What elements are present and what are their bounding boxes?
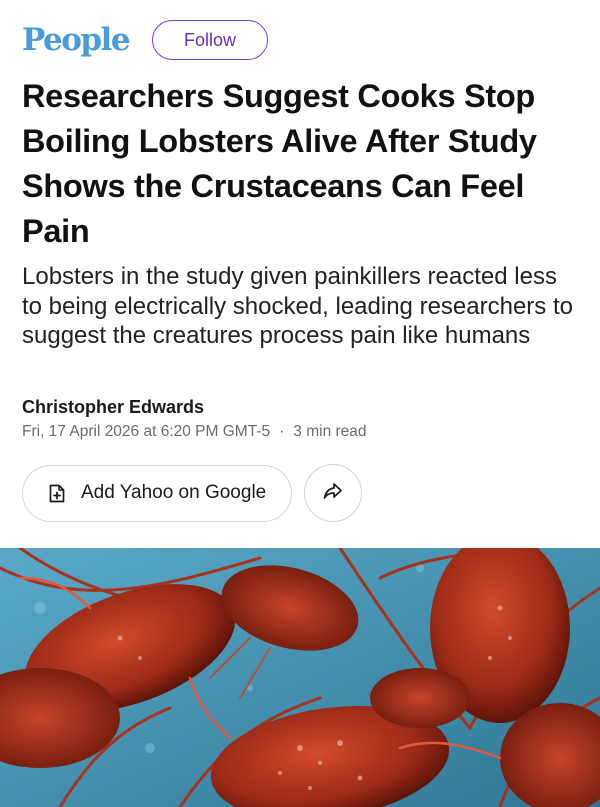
lobster-photo-illustration xyxy=(0,548,600,807)
article-header: People Follow xyxy=(22,18,269,62)
article-meta: Fri, 17 April 2026 at 6:20 PM GMT-5 · 3 … xyxy=(22,423,367,441)
meta-separator: · xyxy=(279,423,285,440)
add-yahoo-on-google-button[interactable]: Add Yahoo on Google xyxy=(22,464,292,522)
people-logo[interactable]: People xyxy=(22,24,131,56)
author-name[interactable]: Christopher Edwards xyxy=(22,397,204,418)
article-dek: Lobsters in the study given painkillers … xyxy=(22,263,573,349)
article-headline: Researchers Suggest Cooks Stop Boiling L… xyxy=(22,78,537,249)
lobster-photo xyxy=(0,548,600,807)
share-arrow-icon xyxy=(323,482,343,505)
publish-date: Fri, 17 April 2026 at 6:20 PM GMT-5 xyxy=(22,423,271,440)
add-yahoo-label: Add Yahoo on Google xyxy=(81,482,267,503)
read-time: 3 min read xyxy=(293,423,367,440)
add-document-icon xyxy=(49,484,65,503)
share-button[interactable] xyxy=(304,464,362,522)
article-actions: Add Yahoo on Google xyxy=(22,464,362,522)
follow-button[interactable]: Follow xyxy=(152,20,269,60)
